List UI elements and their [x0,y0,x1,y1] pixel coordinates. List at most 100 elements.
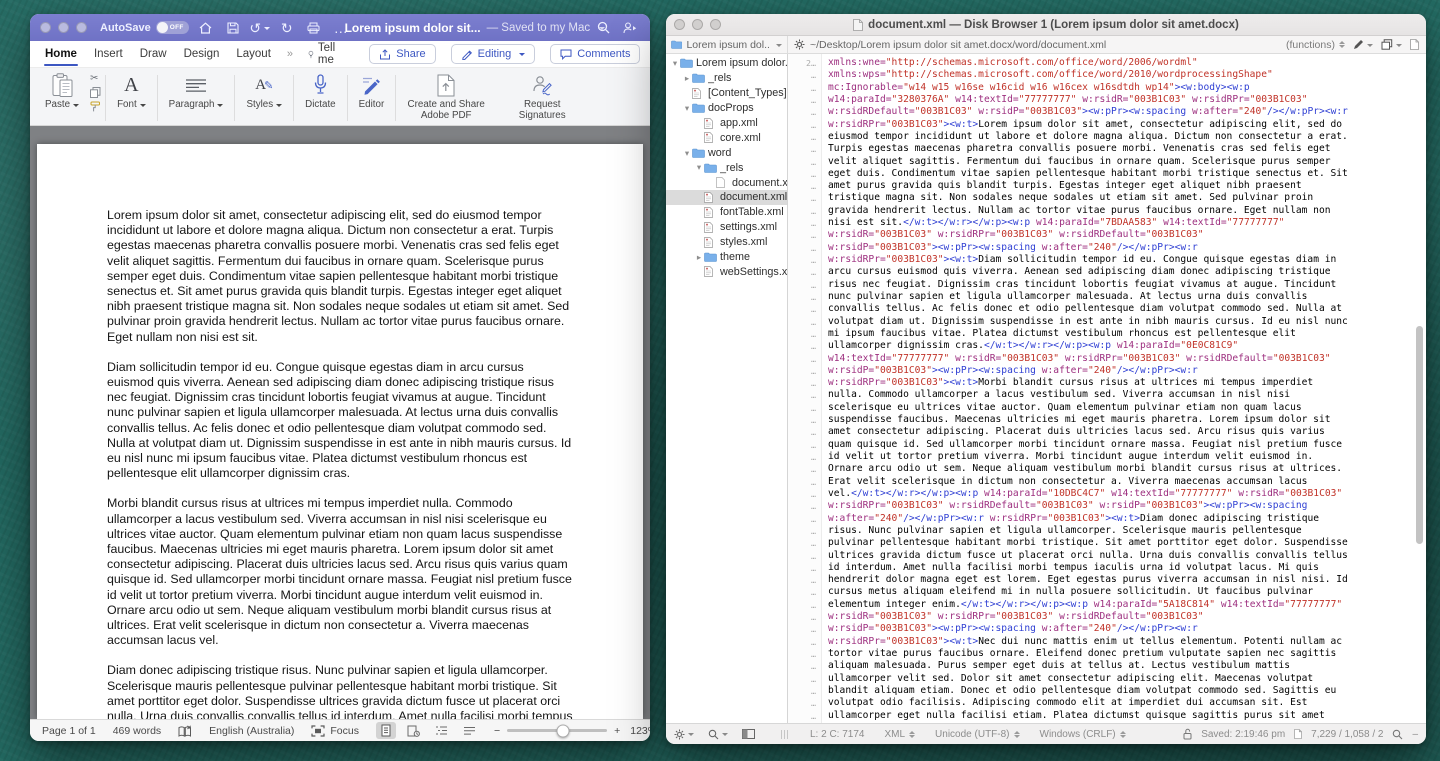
comments-button[interactable]: Comments [550,44,640,64]
xml-code-line[interactable]: w:rsidR="003B1C03" w:rsidRPr="003B1C03" … [828,229,1426,241]
xml-code-line[interactable]: tortor vitae purus faucibus ornare. Elei… [828,648,1426,660]
xml-code-line[interactable]: w:after="240"/></w:pPr><w:r w:rsidRPr="0… [828,513,1426,525]
vertical-scrollbar[interactable] [1415,54,1424,723]
search-menu[interactable] [708,729,728,740]
xml-code-line[interactable]: nisi est sit.</w:t></w:r></w:p><w:p w14:… [828,217,1426,229]
draft-view-button[interactable] [460,722,480,739]
xml-code-line[interactable]: w:rsidRPr="003B1C03" w:rsidRDefault="003… [828,500,1426,512]
close-button[interactable] [40,22,51,33]
xml-code-line[interactable]: amet purus gravida quis blandit turpis. … [828,180,1426,192]
tree-item-app-xml[interactable]: app.xml [666,116,787,131]
xml-code-line[interactable]: nunc pulvinar sapien et ligula ullamcorp… [828,291,1426,303]
tab-layout[interactable]: Layout [235,43,272,65]
document-paragraph[interactable]: Morbi blandit cursus risus at ultrices m… [107,496,573,648]
xml-code-line[interactable]: Turpis egestas maecenas pharetra convall… [828,143,1426,155]
paste-button[interactable]: Paste [36,71,88,125]
disclosure-triangle-icon[interactable]: ▾ [682,149,692,158]
editing-mode-button[interactable]: Editing [451,44,536,64]
document-page[interactable]: Lorem ipsum dolor sit amet, consectetur … [37,144,643,719]
minimize-button[interactable] [692,19,703,30]
xml-code-line[interactable]: w:rsidP="003B1C03"><w:pPr><w:spacing w:a… [828,365,1426,377]
xml-code-line[interactable]: suspendisse faucibus. Maecenas ultricies… [828,414,1426,426]
create-share-adobe-pdf-button[interactable]: Create and Share Adobe PDF [398,71,494,125]
xml-code-line[interactable]: gravida hendrerit lectus. Nullam ac tort… [828,205,1426,217]
tell-me-control[interactable]: Tell me [308,42,339,66]
document-paragraph[interactable]: Lorem ipsum dolor sit amet, consectetur … [107,208,573,345]
scrollbar-thumb[interactable] [1416,326,1423,544]
request-signatures-button[interactable]: Request Signatures [494,71,590,125]
tree-item-websettings-x[interactable]: webSettings.x.. [666,264,787,279]
font-button[interactable]: A Font [108,71,155,125]
xml-code-line[interactable]: cursus metus aliquam eleifend mi in null… [828,586,1426,598]
xml-code-line[interactable]: w14:paraId="3280376A" w14:textId="777777… [828,94,1426,106]
xml-code-line[interactable]: volutpat diam ut. Dignissim suspendisse … [828,316,1426,328]
settings-menu[interactable] [674,729,694,740]
document-paragraph[interactable]: Diam donec adipiscing tristique risus. N… [107,663,573,719]
tree-item-fonttable-xml[interactable]: fontTable.xml [666,205,787,220]
xml-code-line[interactable]: vel.</w:t></w:r></w:p><w:p w14:paraId="1… [828,488,1426,500]
zoom-level[interactable]: 123% [630,725,650,737]
xml-code-line[interactable]: eget duis. Condimentum vitae sapien pell… [828,168,1426,180]
cursor-position[interactable]: L: 2 C: 7174 [810,729,864,740]
tree-item-document-xml[interactable]: document.xml [666,190,787,205]
xml-code-line[interactable]: w:rsidRPr="003B1C03"><w:t>Lorem ipsum do… [828,119,1426,131]
undo-button[interactable]: ↺ [250,18,270,38]
zoom-in-button[interactable]: + [614,725,620,737]
print-icon[interactable] [304,18,324,38]
tree-item-rels[interactable]: ▾_rels [666,160,787,175]
xml-code-line[interactable]: id velit ut tortor pretium viverra. Morb… [828,451,1426,463]
zoom-slider-knob[interactable] [557,724,570,737]
tab-insert[interactable]: Insert [93,43,124,65]
xml-code-line[interactable]: convallis tellus. Ac felis donec et odio… [828,303,1426,315]
tree-item-word[interactable]: ▾word [666,145,787,160]
cut-button[interactable]: ✂ [90,73,101,84]
save-icon[interactable] [223,18,243,38]
disclosure-triangle-icon[interactable]: ▸ [694,253,704,262]
xml-code-line[interactable]: hendrerit dolor magna eget est lorem. Eg… [828,574,1426,586]
copy-button[interactable] [90,87,101,98]
tree-item-docprops[interactable]: ▾docProps [666,101,787,116]
functions-popup[interactable]: (functions) [1286,39,1345,51]
xml-code-line[interactable]: xmlns:wne="http://schemas.microsoft.com/… [828,57,1426,69]
autosave-toggle[interactable]: OFF [156,21,189,34]
saved-status[interactable]: — Saved to my Mac [487,22,591,34]
disclosure-triangle-icon[interactable]: ▾ [682,104,692,113]
styles-chevron-down-icon[interactable] [276,104,282,110]
xml-code-line[interactable]: w:rsidRPr="003B1C03"><w:t>Nec dui nunc m… [828,636,1426,648]
xml-code-line[interactable]: arcu cursus euismod quis viverra. Aenean… [828,266,1426,278]
autosave-control[interactable]: AutoSave OFF [100,21,189,34]
xml-code-line[interactable]: Erat velit scelerisque in dictum non con… [828,476,1426,488]
share-presence-icon[interactable] [620,18,640,38]
editor-button[interactable]: Editor [350,71,394,125]
outline-view-button[interactable] [432,722,452,739]
tree-item-rels[interactable]: ▸_rels [666,71,787,86]
tree-item-styles-xml[interactable]: styles.xml [666,235,787,250]
focus-toggle[interactable]: Focus [311,725,359,737]
search-results-icon[interactable] [1392,729,1403,740]
xml-code-line[interactable]: scelerisque eu ultrices vitae auctor. Qu… [828,402,1426,414]
font-chevron-down-icon[interactable] [140,104,146,110]
reading-view-button[interactable] [404,722,424,739]
xml-code-line[interactable]: Ornare arcu odio ut sem. Neque aliquam v… [828,463,1426,475]
zoom-button[interactable] [76,22,87,33]
tab-design[interactable]: Design [183,43,221,65]
redo-button[interactable]: ↻ [277,18,297,38]
xml-code-line[interactable]: risus. Nunc pulvinar sapien et ligula ul… [828,525,1426,537]
styles-button[interactable]: A✎ Styles [237,71,291,125]
page-count[interactable]: Page 1 of 1 [42,725,96,737]
xml-code-line[interactable]: risus nec feugiat. Dignissim cras tincid… [828,279,1426,291]
share-button[interactable]: Share [369,44,435,64]
xml-code-line[interactable]: w:rsidRDefault="003B1C03" w:rsidP="003B1… [828,106,1426,118]
language-selector[interactable]: English (Australia) [209,725,294,737]
paragraph-button[interactable]: Paragraph [160,71,233,125]
zoom-slider[interactable] [507,729,607,732]
xml-code-line[interactable]: w:rsidRPr="003B1C03"><w:t>Morbi blandit … [828,377,1426,389]
xml-code-line[interactable]: w14:textId="77777777" w:rsidR="003B1C03"… [828,353,1426,365]
tree-item-lorem-ipsum-dolor[interactable]: ▾Lorem ipsum dolor... [666,56,787,71]
line-endings-popup[interactable]: Windows (CRLF) [1040,729,1126,740]
minimize-button[interactable] [58,22,69,33]
document-paragraph[interactable]: Diam sollicitudin tempor id eu. Congue q… [107,360,573,482]
print-layout-view-button[interactable] [376,722,396,739]
xml-code-line[interactable]: eiusmod tempor incididunt ut labore et d… [828,131,1426,143]
word-count[interactable]: 469 words [113,725,161,737]
